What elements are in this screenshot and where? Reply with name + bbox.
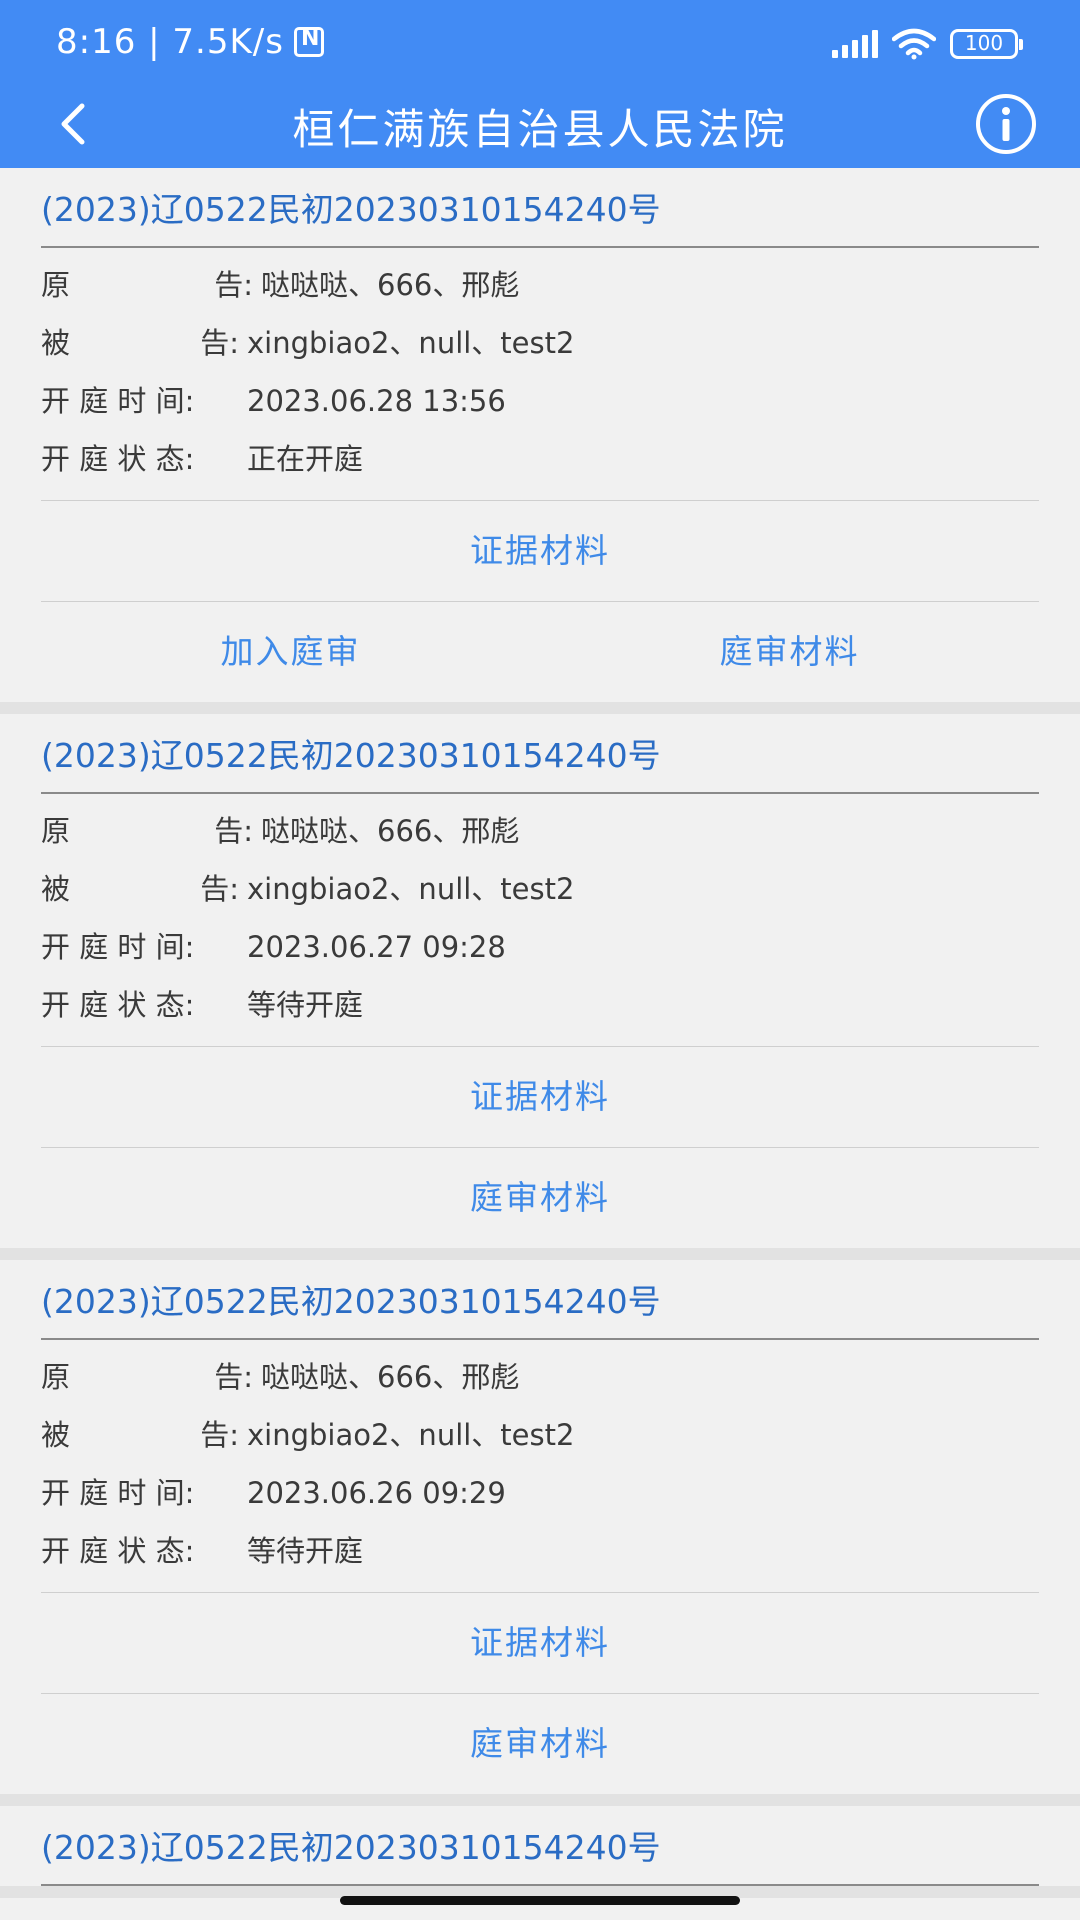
- action-row: 证据材料: [41, 1593, 1039, 1694]
- case-title[interactable]: (2023)辽0522民初20230310154240号: [41, 1260, 1039, 1340]
- action-row: 庭审材料: [41, 1694, 1039, 1794]
- status-right: 100: [832, 28, 1023, 60]
- case-title[interactable]: (2023)辽0522民初20230310154240号: [41, 168, 1039, 248]
- hearing-time-value: 2023.06.27 09:28: [247, 930, 506, 964]
- defendant-label: 被告:: [41, 872, 239, 906]
- defendant-value: xingbiao2、null、test2: [247, 872, 575, 906]
- case-title[interactable]: (2023)辽0522民初20230310154240号: [41, 1806, 1039, 1886]
- case-title[interactable]: (2023)辽0522民初20230310154240号: [41, 714, 1039, 794]
- case-card: (2023)辽0522民初20230310154240号 原告: 哒哒哒、666…: [0, 714, 1080, 1260]
- plaintiff-label: 原告:: [41, 814, 253, 848]
- hearing-materials-button[interactable]: 庭审材料: [540, 602, 1039, 702]
- defendant-row: 被告: xingbiao2、null、test2: [41, 314, 1039, 372]
- plaintiff-value: 哒哒哒、666、邢彪: [261, 268, 520, 302]
- status-bar: 8:16 | 7.5K/s 100: [0, 0, 1080, 84]
- hearing-time-row: 开 庭 时 间: 2023.06.26 09:29: [41, 1464, 1039, 1522]
- hearing-status-row: 开 庭 状 态: 正在开庭: [41, 430, 1039, 488]
- case-card: (2023)辽0522民初20230310154240号: [0, 1806, 1080, 1898]
- info-icon[interactable]: [974, 92, 1038, 156]
- hearing-time-value: 2023.06.26 09:29: [247, 1476, 506, 1510]
- case-info: 原告: 哒哒哒、666、邢彪 被告: xingbiao2、null、test2 …: [41, 1340, 1039, 1593]
- hearing-time-label: 开 庭 时 间:: [41, 1476, 195, 1510]
- hearing-status-value: 等待开庭: [247, 1534, 364, 1568]
- hearing-status-row: 开 庭 状 态: 等待开庭: [41, 1522, 1039, 1580]
- hearing-time-row: 开 庭 时 间: 2023.06.28 13:56: [41, 372, 1039, 430]
- evidence-materials-button[interactable]: 证据材料: [41, 501, 1039, 601]
- hearing-status-label: 开 庭 状 态:: [41, 442, 195, 476]
- signal-icon: [832, 30, 878, 58]
- action-row: 证据材料: [41, 501, 1039, 602]
- evidence-materials-button[interactable]: 证据材料: [41, 1593, 1039, 1693]
- case-list[interactable]: (2023)辽0522民初20230310154240号 原告: 哒哒哒、666…: [0, 168, 1080, 1920]
- nfc-icon: [293, 26, 324, 57]
- defendant-label: 被告:: [41, 1418, 239, 1452]
- defendant-value: xingbiao2、null、test2: [247, 326, 575, 360]
- action-row: 庭审材料: [41, 1148, 1039, 1248]
- battery-icon: 100: [950, 29, 1023, 59]
- case-info: 原告: 哒哒哒、666、邢彪 被告: xingbiao2、null、test2 …: [41, 248, 1039, 501]
- defendant-row: 被告: xingbiao2、null、test2: [41, 1406, 1039, 1464]
- hearing-time-label: 开 庭 时 间:: [41, 384, 195, 418]
- plaintiff-label: 原告:: [41, 268, 253, 302]
- evidence-materials-button[interactable]: 证据材料: [41, 1047, 1039, 1147]
- hearing-time-label: 开 庭 时 间:: [41, 930, 195, 964]
- plaintiff-value: 哒哒哒、666、邢彪: [261, 814, 520, 848]
- action-row: 加入庭审 庭审材料: [41, 602, 1039, 702]
- plaintiff-row: 原告: 哒哒哒、666、邢彪: [41, 256, 1039, 314]
- hearing-status-value: 正在开庭: [247, 442, 364, 476]
- case-info: 原告: 哒哒哒、666、邢彪 被告: xingbiao2、null、test2 …: [41, 794, 1039, 1047]
- hearing-status-label: 开 庭 状 态:: [41, 988, 195, 1022]
- status-left: 8:16 | 7.5K/s: [56, 22, 324, 62]
- hearing-status-label: 开 庭 状 态:: [41, 1534, 195, 1568]
- hearing-materials-button[interactable]: 庭审材料: [41, 1148, 1039, 1248]
- hearing-materials-button[interactable]: 庭审材料: [41, 1694, 1039, 1794]
- defendant-value: xingbiao2、null、test2: [247, 1418, 575, 1452]
- plaintiff-row: 原告: 哒哒哒、666、邢彪: [41, 1348, 1039, 1406]
- nav-bar: 桓仁满族自治县人民法院: [0, 84, 1080, 168]
- plaintiff-label: 原告:: [41, 1360, 253, 1394]
- hearing-status-value: 等待开庭: [247, 988, 364, 1022]
- app-header: 8:16 | 7.5K/s 100: [0, 0, 1080, 168]
- hearing-time-row: 开 庭 时 间: 2023.06.27 09:28: [41, 918, 1039, 976]
- action-row: 证据材料: [41, 1047, 1039, 1148]
- home-indicator[interactable]: [340, 1896, 740, 1905]
- join-hearing-button[interactable]: 加入庭审: [41, 602, 540, 702]
- case-card: (2023)辽0522民初20230310154240号 原告: 哒哒哒、666…: [0, 1260, 1080, 1806]
- status-time-speed: 8:16 | 7.5K/s: [56, 22, 284, 62]
- defendant-label: 被告:: [41, 326, 239, 360]
- plaintiff-row: 原告: 哒哒哒、666、邢彪: [41, 802, 1039, 860]
- defendant-row: 被告: xingbiao2、null、test2: [41, 860, 1039, 918]
- case-card: (2023)辽0522民初20230310154240号 原告: 哒哒哒、666…: [0, 168, 1080, 714]
- page-title: 桓仁满族自治县人民法院: [292, 105, 788, 154]
- hearing-status-row: 开 庭 状 态: 等待开庭: [41, 976, 1039, 1034]
- wifi-icon: [892, 28, 936, 60]
- hearing-time-value: 2023.06.28 13:56: [247, 384, 506, 418]
- plaintiff-value: 哒哒哒、666、邢彪: [261, 1360, 520, 1394]
